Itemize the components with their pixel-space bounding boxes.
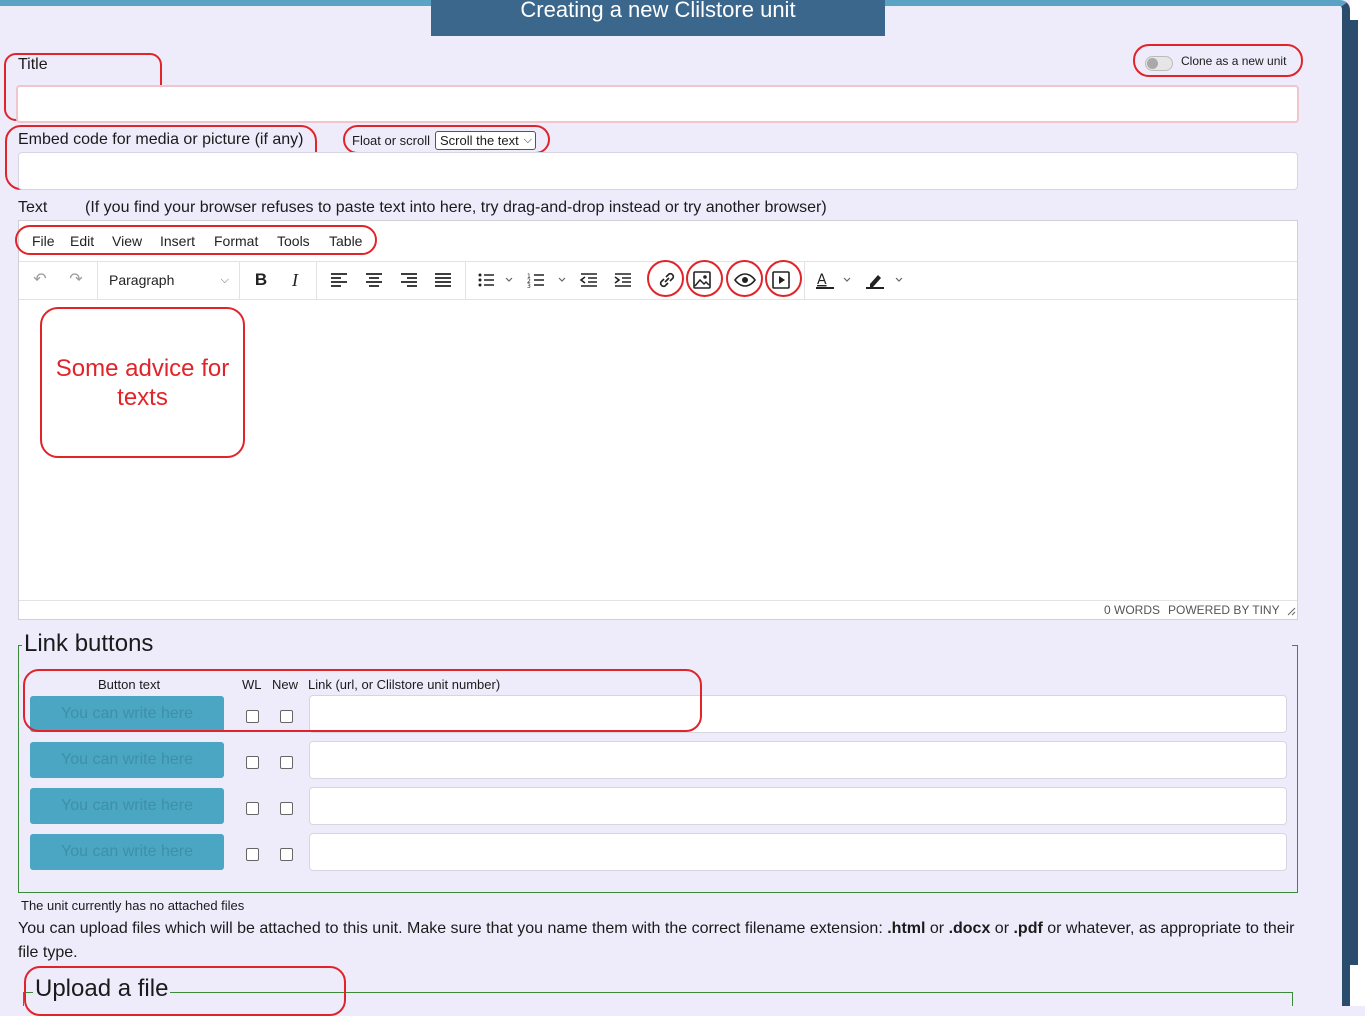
new-checkbox[interactable] <box>280 756 293 769</box>
embed-input[interactable] <box>18 152 1298 190</box>
text-hint: (If you find your browser refuses to pas… <box>85 199 827 216</box>
new-checkbox[interactable] <box>280 710 293 723</box>
window-edge <box>1350 0 1365 1006</box>
menu-edit[interactable]: Edit <box>70 233 94 249</box>
justify-icon[interactable] <box>433 269 453 291</box>
upload-fieldset <box>23 992 1293 1006</box>
editor-statusbar: 0 WORDS POWERED BY TINY <box>19 600 1297 619</box>
powered-by-tiny[interactable]: POWERED BY TINY <box>1168 603 1280 617</box>
float-label: Float or scroll <box>352 133 431 148</box>
col-link: Link (url, or Clilstore unit number) <box>308 677 501 692</box>
col-wl: WL <box>242 677 262 692</box>
preview-icon[interactable] <box>733 269 757 291</box>
clone-toggle[interactable] <box>1145 56 1173 71</box>
wl-checkbox[interactable] <box>246 802 259 815</box>
editor-menubar: File Edit View Insert Format Tools Table <box>19 221 1297 262</box>
menu-tools[interactable]: Tools <box>277 233 310 249</box>
wl-checkbox[interactable] <box>246 710 259 723</box>
new-checkbox[interactable] <box>280 802 293 815</box>
text-label: Text <box>18 199 48 216</box>
bold-icon[interactable]: B <box>251 269 271 291</box>
button-text-input[interactable]: You can write here <box>30 742 224 778</box>
link-buttons-legend: Link buttons <box>24 630 156 658</box>
highlight-icon[interactable] <box>864 269 906 291</box>
text-color-icon[interactable]: A <box>814 269 856 291</box>
menu-view[interactable]: View <box>112 233 142 249</box>
indent-icon[interactable] <box>613 269 633 291</box>
new-checkbox[interactable] <box>280 848 293 861</box>
advice-callout: Some advice for texts <box>40 307 245 458</box>
button-text-input[interactable]: You can write here <box>30 696 224 732</box>
button-text-input[interactable]: You can write here <box>30 834 224 870</box>
svg-text:A: A <box>817 272 827 288</box>
link-icon[interactable] <box>656 269 678 291</box>
menu-file[interactable]: File <box>32 233 55 249</box>
wl-checkbox[interactable] <box>246 756 259 769</box>
link-input[interactable] <box>309 695 1287 733</box>
redo-icon[interactable]: ↷ <box>65 269 87 291</box>
image-icon[interactable] <box>691 269 713 291</box>
align-center-icon[interactable] <box>364 269 384 291</box>
bullet-list-icon[interactable] <box>477 269 513 291</box>
undo-icon[interactable]: ↶ <box>29 269 51 291</box>
upload-info: You can upload files which will be attac… <box>18 920 1295 961</box>
editor-toolbar: ↶ ↷ Paragraph ⌵ B I 123 A <box>19 261 1297 300</box>
embed-label: Embed code for media or picture (if any) <box>18 131 304 148</box>
title-label: Title <box>18 56 48 73</box>
wl-checkbox[interactable] <box>246 848 259 861</box>
link-input[interactable] <box>309 787 1287 825</box>
no-files-note: The unit currently has no attached files <box>21 898 245 913</box>
link-input[interactable] <box>309 833 1287 871</box>
col-new: New <box>272 677 299 692</box>
button-text-input[interactable]: You can write here <box>30 788 224 824</box>
align-left-icon[interactable] <box>329 269 349 291</box>
italic-icon[interactable]: I <box>285 269 305 291</box>
outdent-icon[interactable] <box>579 269 599 291</box>
block-format-select[interactable]: Paragraph ⌵ <box>109 269 229 291</box>
link-input[interactable] <box>309 741 1287 779</box>
align-right-icon[interactable] <box>399 269 419 291</box>
svg-text:3: 3 <box>527 283 531 290</box>
menu-format[interactable]: Format <box>214 233 258 249</box>
col-button-text: Button text <box>98 677 161 692</box>
media-icon[interactable] <box>770 269 792 291</box>
word-count: 0 WORDS <box>1104 603 1161 617</box>
title-input[interactable] <box>16 85 1299 123</box>
upload-legend: Upload a file <box>33 975 171 1003</box>
resize-handle-icon[interactable] <box>1287 607 1296 616</box>
menu-table[interactable]: Table <box>329 233 362 249</box>
menu-insert[interactable]: Insert <box>160 233 195 249</box>
clone-label: Clone as a new unit <box>1181 54 1287 68</box>
page-title: Creating a new Clilstore unit <box>431 0 885 36</box>
float-select[interactable]: Scroll the text ⌵ <box>435 131 536 150</box>
numbered-list-icon[interactable]: 123 <box>527 269 567 291</box>
